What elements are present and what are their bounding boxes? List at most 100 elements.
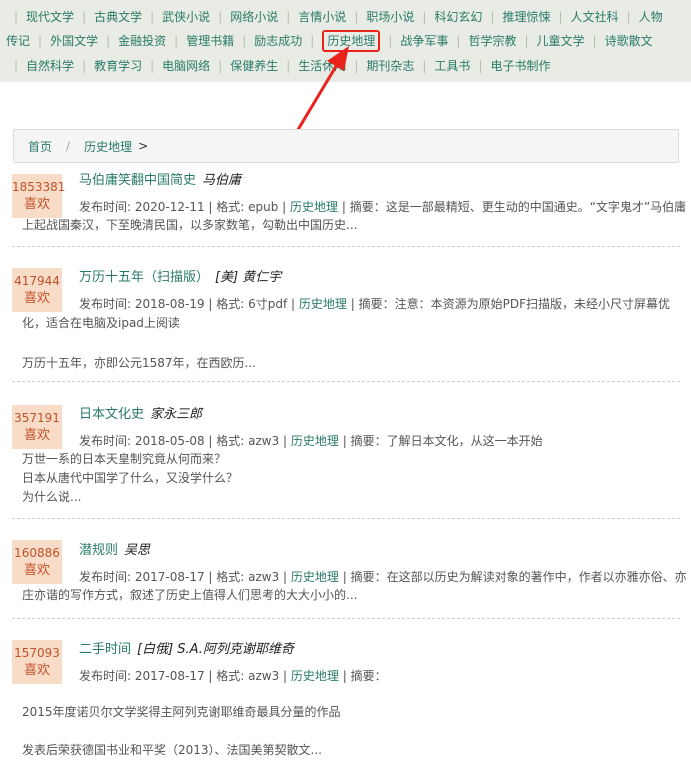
like-count: 1853381 xyxy=(12,180,66,194)
breadcrumb-current-link[interactable]: 历史地理 xyxy=(84,138,132,155)
category-separator: | xyxy=(82,10,87,24)
book-item: 157093 喜欢 二手时间 [白俄] S.A.阿列克谢耶维奇 发布时间: 201… xyxy=(12,619,680,766)
breadcrumb: 首页 / 历史地理 > xyxy=(13,129,679,163)
book-title-link[interactable]: 日本文化史 xyxy=(79,407,144,422)
category-separator: | xyxy=(286,59,291,73)
category-link[interactable]: 金融投资 xyxy=(118,32,166,50)
category-link[interactable]: 工具书 xyxy=(434,57,470,75)
book-meta: 发布时间: 2017-08-17 | 格式: azw3 | 历史地理 | 摘要：… xyxy=(79,568,687,585)
like-counter[interactable]: 157093 喜欢 xyxy=(12,640,62,684)
book-title-link[interactable]: 二手时间 xyxy=(79,642,131,657)
breadcrumb-home-link[interactable]: 首页 xyxy=(28,138,52,155)
category-link[interactable]: 历史地理 xyxy=(299,297,347,311)
like-counter[interactable]: 357191 喜欢 xyxy=(12,405,62,449)
summary-line xyxy=(22,333,672,353)
meta-summary-start: | 摘要：这是一部最精短、更生动的中国通史。“文字鬼才”马伯庸 xyxy=(338,200,687,214)
category-row: 传记 | 外国文学 | 金融投资 | 管理书籍 | 励志成功 | 历史地理 | 战争军事 | 哲学宗教 | 儿童… xyxy=(6,29,653,53)
category-link[interactable]: 古典文学 xyxy=(94,8,142,26)
category-separator: | xyxy=(218,10,223,24)
like-counter[interactable]: 160886 喜欢 xyxy=(12,540,62,584)
breadcrumb-separator: / xyxy=(66,139,71,153)
category-link[interactable]: 生活休闲 xyxy=(298,57,346,75)
category-link[interactable]: 历史地理 xyxy=(291,669,339,683)
category-link[interactable]: 教育学习 xyxy=(94,57,142,75)
category-separator: | xyxy=(286,10,291,24)
category-link[interactable]: 电脑网络 xyxy=(162,57,210,75)
category-separator: | xyxy=(174,34,179,48)
book-summary: 上起战国秦汉，下至晚清民国，以多家数笔，勾勒出中国历史... xyxy=(22,215,672,235)
category-link[interactable]: 人物 xyxy=(639,8,663,26)
category-link[interactable]: 人文社科 xyxy=(571,8,619,26)
category-separator: | xyxy=(242,34,247,48)
like-counter[interactable]: 1853381 喜欢 xyxy=(12,174,66,218)
category-link[interactable]: 历史地理 xyxy=(290,200,338,214)
category-link[interactable]: 现代文学 xyxy=(26,8,74,26)
book-author: 马伯庸 xyxy=(202,173,242,188)
category-separator: | xyxy=(626,10,631,24)
meta-summary-start: | 摘要：在这部以历史为解读对象的著作中，作者以亦雅亦俗、亦 xyxy=(338,570,687,584)
like-count: 357191 xyxy=(14,411,60,425)
book-item: 417944 喜欢 万历十五年（扫描版） [美] 黄仁宇 发布时间: 2018-0… xyxy=(12,247,680,382)
meta-info: 发布时间: 2018-05-08 | 格式: azw3 | xyxy=(79,434,291,448)
book-heading: 二手时间 [白俄] S.A.阿列克谢耶维奇 xyxy=(79,638,294,657)
like-label: 喜欢 xyxy=(23,291,50,306)
category-link[interactable]: 儿童文学 xyxy=(537,32,585,50)
category-separator: | xyxy=(14,59,19,73)
book-author: 家永三郎 xyxy=(150,407,203,422)
book-meta: 发布时间: 2020-12-11 | 格式: epub | 历史地理 | 摘要：… xyxy=(79,198,686,215)
book-item: 1853381 喜欢 马伯庸笑翻中国简史 马伯庸 发布时间: 2020-12-11… xyxy=(12,167,686,247)
like-label: 喜欢 xyxy=(23,563,50,578)
category-separator: | xyxy=(82,59,87,73)
book-meta: 发布时间: 2018-08-19 | 格式: 6寸pdf | 历史地理 | 摘要… xyxy=(79,295,670,312)
category-link[interactable]: 推理惊悚 xyxy=(502,8,550,26)
category-link-active[interactable]: 历史地理 xyxy=(322,30,381,52)
summary-line: 2015年度诺贝尔文学奖得主阿列克谢耶维奇最具分量的作品 xyxy=(22,705,341,719)
category-link[interactable]: 自然科学 xyxy=(26,57,74,75)
book-title-link[interactable]: 马伯庸笑翻中国简史 xyxy=(79,173,196,188)
category-separator: | xyxy=(38,34,43,48)
book-meta: 发布时间: 2018-05-08 | 格式: azw3 | 历史地理 | 摘要：… xyxy=(79,432,543,449)
category-link[interactable]: 励志成功 xyxy=(254,32,302,50)
category-separator: | xyxy=(106,34,111,48)
book-title-link[interactable]: 万历十五年（扫描版） xyxy=(79,270,209,285)
book-author: [白俄] S.A.阿列克谢耶维奇 xyxy=(137,642,294,657)
book-summary: 庄亦谐的写作方式，叙述了历史上值得人们思考的大大小小的... xyxy=(22,585,672,605)
meta-summary-start: | 摘要：了解日本文化，从这一本开始 xyxy=(338,434,543,448)
category-link[interactable]: 网络小说 xyxy=(230,8,278,26)
like-counter[interactable]: 417944 喜欢 xyxy=(12,268,62,312)
book-item: 160886 喜欢 潜规则 吴思 发布时间: 2017-08-17 | 格式: a… xyxy=(12,519,687,619)
category-link[interactable]: 哲学宗教 xyxy=(468,32,516,50)
book-heading: 马伯庸笑翻中国简史 马伯庸 xyxy=(79,169,241,188)
meta-info: 发布时间: 2018-08-19 | 格式: 6寸pdf | xyxy=(79,297,299,311)
category-row: | 现代文学 | 古典文学 | 武侠小说 | 网络小说 | 言情小说 | 职场小说 | 科幻玄幻 | 推理惊悚… xyxy=(6,5,663,29)
like-count: 417944 xyxy=(14,274,60,288)
summary-line: 为什么说... xyxy=(22,490,82,504)
category-link[interactable]: 管理书籍 xyxy=(186,32,234,50)
category-link[interactable]: 期刊杂志 xyxy=(366,57,414,75)
category-link[interactable]: 外国文学 xyxy=(50,32,98,50)
category-separator: | xyxy=(150,59,155,73)
category-link[interactable]: 保健养生 xyxy=(230,57,278,75)
category-link[interactable]: 武侠小说 xyxy=(162,8,210,26)
category-nav: | 现代文学 | 古典文学 | 武侠小说 | 网络小说 | 言情小说 | 职场小说 | 科幻玄幻 | 推理惊悚… xyxy=(0,0,691,82)
like-label: 喜欢 xyxy=(23,663,50,678)
book-title-link[interactable]: 潜规则 xyxy=(79,543,118,558)
category-link[interactable]: 战争军事 xyxy=(400,32,448,50)
summary-line: 日本从唐代中国学了什么，又没学什么？ xyxy=(22,471,239,485)
category-link[interactable]: 历史地理 xyxy=(291,434,339,448)
category-separator: | xyxy=(456,34,461,48)
summary-line: 庄亦谐的写作方式，叙述了历史上值得人们思考的大大小小的... xyxy=(22,588,358,602)
category-link[interactable]: 诗歌散文 xyxy=(605,32,653,50)
category-link[interactable]: 电子书制作 xyxy=(490,57,550,75)
book-meta: 发布时间: 2017-08-17 | 格式: azw3 | 历史地理 | 摘要： xyxy=(79,667,387,684)
book-author: 吴思 xyxy=(124,543,151,558)
category-link[interactable]: 传记 xyxy=(6,32,30,50)
category-link[interactable]: 言情小说 xyxy=(298,8,346,26)
summary-line: 化，适合在电脑及ipad上阅读 xyxy=(22,316,180,330)
book-author: [美] 黄仁宇 xyxy=(215,270,282,285)
category-link[interactable]: 职场小说 xyxy=(366,8,414,26)
category-link[interactable]: 历史地理 xyxy=(291,570,339,584)
category-separator: | xyxy=(422,10,427,24)
category-link[interactable]: 科幻玄幻 xyxy=(434,8,482,26)
meta-info: 发布时间: 2017-08-17 | 格式: azw3 | xyxy=(79,669,291,683)
